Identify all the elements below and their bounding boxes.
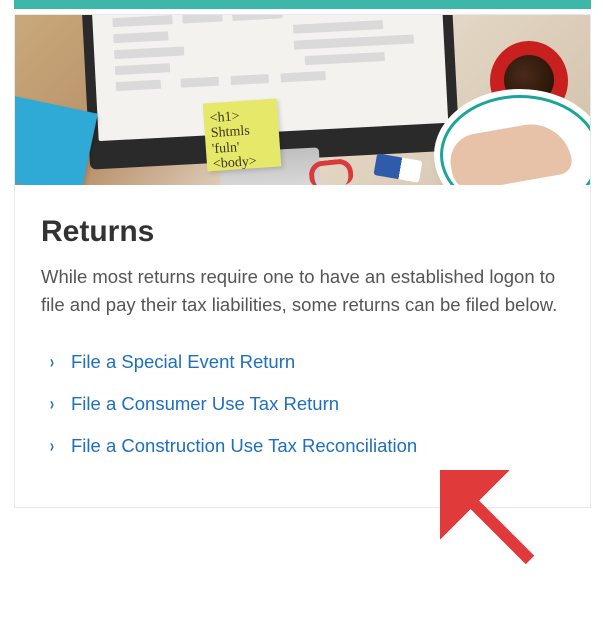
link-list: › File a Special Event Return › File a C… bbox=[41, 341, 564, 467]
hero-sticky-blue bbox=[15, 94, 98, 185]
chevron-right-icon: › bbox=[50, 395, 54, 413]
link-item-construction-use-tax[interactable]: › File a Construction Use Tax Reconcilia… bbox=[41, 425, 564, 467]
link-item-consumer-use-tax[interactable]: › File a Consumer Use Tax Return bbox=[41, 383, 564, 425]
hero-image: <h1> Shtmls 'fuln' <body> bbox=[15, 15, 590, 185]
card-content: Returns While most returns require one t… bbox=[15, 185, 590, 507]
link-label: File a Construction Use Tax Reconciliati… bbox=[71, 435, 417, 457]
card-description: While most returns require one to have a… bbox=[41, 263, 564, 319]
link-label: File a Consumer Use Tax Return bbox=[71, 393, 339, 415]
hero-sticky-yellow: <h1> Shtmls 'fuln' <body> bbox=[203, 99, 282, 172]
link-label: File a Special Event Return bbox=[71, 351, 295, 373]
accent-top-bar bbox=[14, 0, 591, 9]
link-item-special-event[interactable]: › File a Special Event Return bbox=[41, 341, 564, 383]
hero-eraser bbox=[373, 153, 422, 183]
chevron-right-icon: › bbox=[50, 437, 54, 455]
chevron-right-icon: › bbox=[50, 353, 54, 371]
returns-card: <h1> Shtmls 'fuln' <body> Returns While … bbox=[14, 14, 591, 508]
card-title: Returns bbox=[41, 215, 564, 249]
